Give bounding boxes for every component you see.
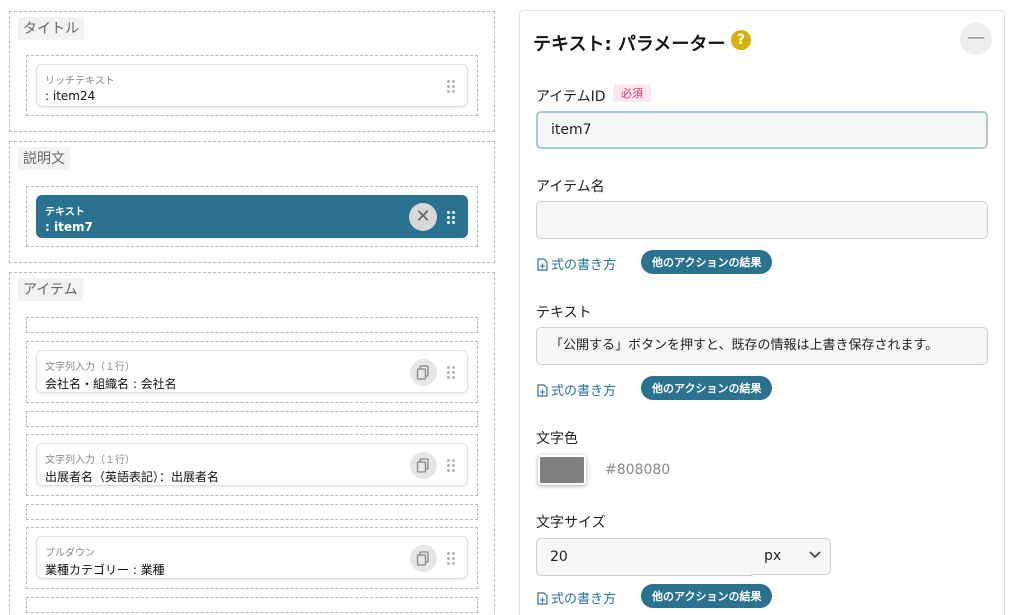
- item-slot: 文字列入力（１行） 出展者名（英語表記）：出展者名: [26, 434, 478, 496]
- copy-icon[interactable]: [410, 452, 437, 479]
- color-value: #808080: [605, 462, 671, 478]
- section-description: 説明文 テキスト : item7 ✕: [9, 141, 495, 263]
- formula-help-text: 式の書き方: [551, 258, 617, 273]
- drag-handle-icon[interactable]: [447, 552, 455, 565]
- item-type: 文字列入力（１行）: [45, 362, 135, 373]
- copy-icon[interactable]: [410, 359, 437, 386]
- item-type: リッチテキスト: [45, 76, 115, 87]
- font-size-input[interactable]: 20: [536, 538, 752, 576]
- drag-handle-icon[interactable]: [447, 366, 455, 379]
- section-label: タイトル: [18, 17, 84, 40]
- font-size-label: 文字サイズ: [536, 515, 606, 531]
- document-icon: [537, 258, 548, 271]
- drop-zone: [26, 317, 478, 333]
- section-label: 説明文: [18, 147, 70, 170]
- item-card-industry-category[interactable]: プルダウン 業種カテゴリー : 業種: [36, 536, 468, 579]
- font-size-unit-select[interactable]: px: [751, 538, 831, 575]
- required-badge: 必須: [613, 84, 651, 102]
- section-label: アイテム: [18, 278, 83, 301]
- item-card-item24[interactable]: リッチテキスト : item24: [36, 64, 468, 107]
- item-name-label: アイテム名: [536, 179, 605, 195]
- item-type: プルダウン: [45, 548, 95, 559]
- drag-handle-icon[interactable]: [447, 459, 455, 472]
- item-type: 文字列入力（１行）: [45, 455, 135, 466]
- formula-help-link[interactable]: 式の書き方: [537, 254, 616, 273]
- item-slot: 文字列入力（１行） 会社名・組織名 : 会社名: [26, 341, 478, 403]
- item-name-input[interactable]: [536, 201, 988, 239]
- item-card-exhibitor-name[interactable]: 文字列入力（１行） 出展者名（英語表記）：出展者名: [36, 443, 468, 486]
- text-input[interactable]: 「公開する」ボタンを押すと、既存の情報は上書き保存されます。: [536, 327, 988, 365]
- section-items: アイテム 文字列入力（１行） 会社名・組織名 : 会社名 文字列入力（１行） 出…: [9, 272, 495, 615]
- item-slot: リッチテキスト : item24: [26, 55, 478, 116]
- formula-help-link[interactable]: 式の書き方: [537, 380, 616, 399]
- item-type: テキスト: [45, 207, 85, 218]
- drop-zone: [26, 504, 478, 520]
- item-card-item7[interactable]: テキスト : item7 ✕: [36, 195, 468, 238]
- help-icon[interactable]: ?: [731, 30, 751, 50]
- text-label: テキスト: [536, 305, 592, 321]
- item-id-label: アイテムID: [536, 89, 606, 105]
- drop-zone: [26, 411, 478, 427]
- section-title: タイトル リッチテキスト : item24: [9, 11, 495, 132]
- item-name: 業種カテゴリー : 業種: [45, 563, 165, 577]
- other-action-results-button[interactable]: 他のアクションの結果: [641, 376, 773, 400]
- unit-value: px: [764, 548, 782, 564]
- item-card-company-name[interactable]: 文字列入力（１行） 会社名・組織名 : 会社名: [36, 350, 468, 393]
- item-name: : item24: [45, 89, 96, 103]
- panel-title: テキスト: パラメーター: [533, 34, 726, 55]
- other-action-results-button[interactable]: 他のアクションの結果: [641, 250, 773, 274]
- text-color-label: 文字色: [536, 431, 578, 447]
- drag-handle-icon[interactable]: [447, 211, 455, 224]
- other-action-results-button[interactable]: 他のアクションの結果: [641, 584, 773, 608]
- item-name: : item7: [45, 220, 93, 234]
- formula-help-text: 式の書き方: [551, 384, 617, 399]
- formula-help-text: 式の書き方: [551, 592, 617, 607]
- item-id-input[interactable]: item7: [536, 111, 988, 149]
- document-icon: [537, 592, 548, 605]
- item-name: 会社名・組織名 : 会社名: [45, 377, 177, 391]
- item-slot: テキスト : item7 ✕: [26, 186, 478, 247]
- parameter-panel: テキスト: パラメーター ? — アイテムID 必須 item7 アイテム名 式…: [519, 10, 1005, 615]
- copy-icon[interactable]: [410, 545, 437, 572]
- close-icon[interactable]: ✕: [409, 203, 437, 231]
- chevron-down-icon: [809, 551, 821, 559]
- drag-handle-icon[interactable]: [447, 80, 455, 93]
- drop-zone: [26, 597, 478, 613]
- formula-help-link[interactable]: 式の書き方: [537, 588, 616, 607]
- document-icon: [537, 384, 548, 397]
- color-swatch[interactable]: [538, 455, 586, 485]
- collapse-button[interactable]: —: [960, 23, 992, 55]
- item-name: 出展者名（英語表記）：出展者名: [45, 470, 220, 484]
- item-slot: プルダウン 業種カテゴリー : 業種: [26, 527, 478, 589]
